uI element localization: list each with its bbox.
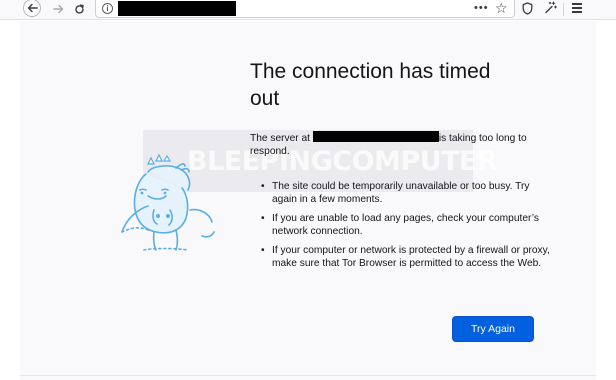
suggestion-list: The site could be temporarily unavailabl…: [261, 180, 551, 276]
right-margin: [596, 21, 616, 380]
list-item: If you are unable to load any pages, che…: [261, 212, 551, 238]
url-redacted-block: [118, 1, 236, 16]
arrow-right-icon: [52, 4, 63, 14]
bookmark-star-icon[interactable]: ☆: [495, 0, 508, 17]
wand-icon[interactable]: [544, 1, 557, 17]
back-button[interactable]: [23, 0, 41, 17]
left-margin: [0, 21, 20, 380]
description-prefix: The server at: [250, 133, 313, 144]
error-description: The server at is taking too long to resp…: [250, 131, 540, 158]
forward-button[interactable]: [50, 0, 66, 18]
toolbar-separator: [563, 3, 564, 16]
info-icon[interactable]: i: [102, 3, 113, 14]
browser-window: i ••• ☆ BLEEPINGCOMPUTER The connection …: [0, 0, 616, 380]
content-bottom-border: [20, 375, 596, 376]
hamburger-menu-icon[interactable]: [572, 3, 582, 15]
server-redacted-block: [312, 131, 439, 142]
try-again-button[interactable]: Try Again: [453, 317, 533, 341]
more-actions-icon[interactable]: •••: [474, 2, 489, 14]
reload-icon: [74, 4, 84, 14]
list-item: If your computer or network is protected…: [261, 244, 551, 270]
shield-icon[interactable]: [522, 2, 533, 20]
reload-button[interactable]: [71, 0, 87, 18]
arrow-left-icon: [27, 3, 38, 13]
page-title: The connection has timed out: [250, 60, 491, 110]
dinosaur-illustration: [121, 153, 215, 251]
url-bar[interactable]: i ••• ☆: [95, 0, 515, 18]
list-item: The site could be temporarily unavailabl…: [261, 180, 551, 206]
browser-toolbar: i ••• ☆: [0, 0, 616, 20]
